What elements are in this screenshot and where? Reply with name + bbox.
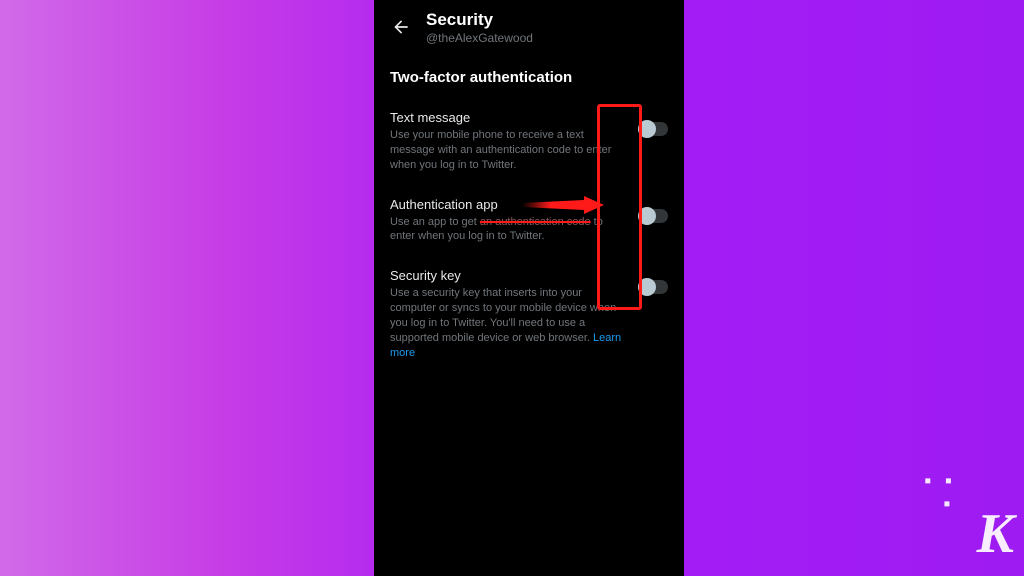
option-title: Text message: [390, 110, 624, 125]
section-title: Two-factor authentication: [390, 69, 668, 86]
option-desc: Use your mobile phone to receive a text …: [390, 128, 624, 173]
user-handle: @theAlexGatewood: [426, 31, 533, 45]
desc-struck: an authentication code: [480, 216, 591, 228]
option-security-key[interactable]: Security key Use a security key that ins…: [390, 268, 668, 360]
toggle-knob: [638, 120, 656, 138]
phone-screen: Security @theAlexGatewood Two-factor aut…: [374, 0, 684, 576]
watermark-logo: K: [977, 502, 1012, 566]
option-title: Security key: [390, 268, 624, 283]
option-title: Authentication app: [390, 197, 624, 212]
toggle-security-key[interactable]: [638, 280, 668, 294]
page-title: Security: [426, 10, 533, 30]
watermark-dots-icon: ▪ ▪ ▪: [924, 470, 956, 516]
toggle-knob: [638, 278, 656, 296]
option-text-message[interactable]: Text message Use your mobile phone to re…: [390, 110, 668, 173]
desc-prefix: Use an app to get: [390, 216, 480, 228]
option-desc: Use a security key that inserts into you…: [390, 286, 624, 360]
stage: Security @theAlexGatewood Two-factor aut…: [0, 0, 1024, 576]
option-desc: Use an app to get an authentication code…: [390, 215, 624, 245]
toggle-authentication-app[interactable]: [638, 209, 668, 223]
back-button[interactable]: [390, 16, 412, 38]
arrow-left-icon: [391, 17, 411, 37]
toggle-text-message[interactable]: [638, 122, 668, 136]
toggle-knob: [638, 207, 656, 225]
header-text: Security @theAlexGatewood: [426, 10, 533, 45]
desc-text: Use a security key that inserts into you…: [390, 287, 616, 344]
option-authentication-app[interactable]: Authentication app Use an app to get an …: [390, 197, 668, 245]
header: Security @theAlexGatewood: [390, 6, 668, 45]
